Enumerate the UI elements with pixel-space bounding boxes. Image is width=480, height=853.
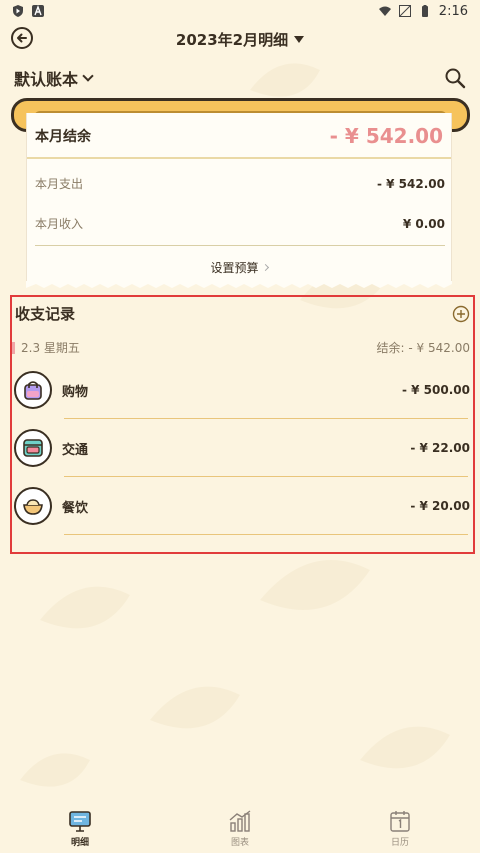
arrow-left-icon bbox=[17, 33, 27, 43]
tab-detail[interactable]: 明细 bbox=[30, 808, 130, 848]
tab-calendar[interactable]: 日历 bbox=[350, 808, 450, 848]
transaction-category: 购物 bbox=[62, 384, 89, 400]
play-shield-icon bbox=[13, 5, 23, 17]
transaction-amount: - ¥ 20.00 bbox=[410, 499, 470, 513]
caret-down-icon bbox=[294, 35, 305, 43]
month-title: 2023年2月明细 bbox=[175, 30, 289, 49]
balance-label: 本月结余 bbox=[35, 129, 91, 145]
tab-label: 明细 bbox=[70, 838, 89, 848]
calendar-icon bbox=[390, 811, 410, 832]
day-date: 2.3 星期五 bbox=[21, 341, 80, 355]
tab-label: 日历 bbox=[390, 838, 409, 848]
transaction-category: 交通 bbox=[62, 442, 89, 458]
top-bar: 2023年2月明细 bbox=[0, 24, 480, 54]
tab-label: 图表 bbox=[230, 838, 249, 848]
transaction-records-panel: 收支记录 2.3 星期五 结余: - ¥ 542.00 购物 - ¥ 500.0… bbox=[10, 295, 475, 554]
food-bowl-icon bbox=[14, 487, 52, 525]
signal-icon bbox=[398, 5, 411, 17]
battery-icon bbox=[421, 5, 428, 17]
transaction-category: 餐饮 bbox=[62, 500, 89, 516]
transaction-amount: - ¥ 22.00 bbox=[410, 441, 470, 455]
account-book-selector[interactable]: 默认账本 bbox=[14, 66, 94, 90]
day-marker bbox=[12, 341, 15, 354]
balance-value: - ¥ 542.00 bbox=[329, 124, 443, 148]
add-record-icon[interactable] bbox=[452, 305, 470, 323]
detail-board-icon bbox=[69, 811, 91, 832]
wifi-icon bbox=[378, 6, 391, 16]
bus-icon bbox=[14, 429, 52, 467]
transaction-row[interactable]: 交通 - ¥ 22.00 bbox=[12, 419, 470, 477]
month-selector[interactable]: 2023年2月明细 bbox=[175, 29, 305, 50]
set-budget-label: 设置预算 bbox=[210, 261, 259, 275]
app-a-icon bbox=[32, 5, 44, 17]
expense-row: 本月支出 - ¥ 542.00 bbox=[35, 175, 445, 192]
account-book-row: 默认账本 bbox=[0, 64, 480, 92]
summary-divider bbox=[35, 245, 445, 246]
day-header: 2.3 星期五 结余: - ¥ 542.00 bbox=[12, 339, 470, 356]
records-header: 收支记录 bbox=[15, 303, 470, 324]
status-bar: 2:16 bbox=[0, 0, 480, 22]
back-button[interactable] bbox=[11, 27, 33, 49]
expense-label: 本月支出 bbox=[35, 177, 84, 191]
bottom-tab-bar: 明细 图表 日历 bbox=[0, 808, 480, 853]
records-title: 收支记录 bbox=[15, 305, 76, 323]
transaction-row[interactable]: 餐饮 - ¥ 20.00 bbox=[12, 477, 470, 535]
search-icon[interactable] bbox=[444, 67, 466, 89]
tab-chart[interactable]: 图表 bbox=[190, 808, 290, 848]
day-balance-label: 结余: bbox=[376, 341, 405, 355]
chart-icon bbox=[229, 810, 251, 832]
income-label: 本月收入 bbox=[35, 217, 84, 231]
receipt-torn-edge bbox=[26, 281, 452, 288]
expense-value: - ¥ 542.00 bbox=[377, 176, 445, 191]
monthly-summary-card: 本月结余 - ¥ 542.00 本月支出 - ¥ 542.00 本月收入 ¥ 0… bbox=[26, 113, 452, 283]
chevron-right-icon bbox=[261, 263, 269, 272]
row-divider bbox=[64, 534, 468, 535]
balance-row: 本月结余 - ¥ 542.00 bbox=[27, 115, 451, 159]
transaction-amount: - ¥ 500.00 bbox=[402, 383, 470, 397]
income-row: 本月收入 ¥ 0.00 bbox=[35, 215, 445, 232]
set-budget-button[interactable]: 设置预算 bbox=[27, 259, 451, 276]
shopping-bag-icon bbox=[14, 371, 52, 409]
chevron-down-icon bbox=[82, 70, 94, 82]
transaction-row[interactable]: 购物 - ¥ 500.00 bbox=[12, 361, 470, 419]
account-book-name: 默认账本 bbox=[14, 70, 79, 89]
day-balance-value: - ¥ 542.00 bbox=[408, 341, 470, 355]
income-value: ¥ 0.00 bbox=[402, 216, 445, 231]
day-balance: 结余: - ¥ 542.00 bbox=[377, 339, 470, 356]
status-time: 2:16 bbox=[438, 3, 468, 19]
